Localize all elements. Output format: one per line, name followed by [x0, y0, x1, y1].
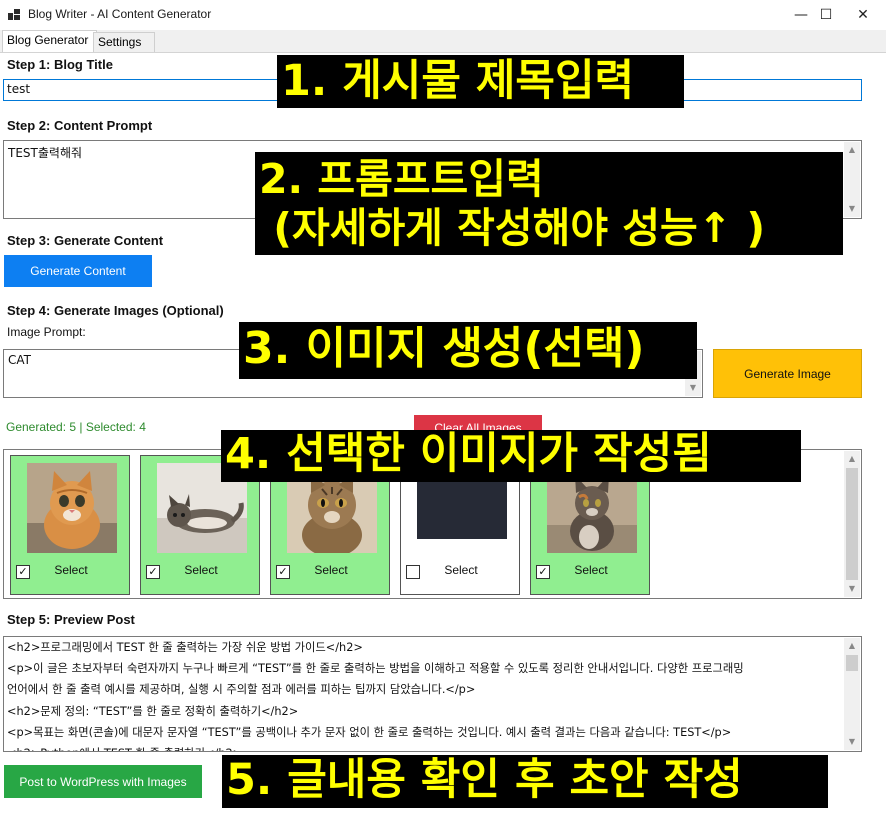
blog-title-value: test: [7, 82, 31, 96]
maximize-icon: ☐: [819, 7, 833, 23]
scroll-down-icon[interactable]: ▼: [844, 581, 860, 597]
select-label: Select: [444, 563, 478, 577]
step5-heading: Step 5: Preview Post: [7, 612, 135, 627]
preview-scrollbar[interactable]: ▲ ▼: [844, 638, 860, 750]
select-label: Select: [574, 563, 608, 577]
step3-heading: Step 3: Generate Content: [7, 233, 164, 248]
preview-line: 언어에서 한 줄 출력 예시를 제공하며, 실행 시 주의할 점과 에러를 피하…: [7, 683, 476, 697]
select-label: Select: [184, 563, 218, 577]
scroll-thumb[interactable]: [846, 655, 858, 671]
image-card[interactable]: ✓ Select: [10, 455, 130, 595]
preview-line: <h2>프로그래밍에서 TEST 한 줄 출력하는 가장 쉬운 방법 가이드</…: [7, 641, 363, 654]
scroll-down-icon[interactable]: ▼: [844, 201, 860, 217]
select-label: Select: [54, 563, 88, 577]
generate-image-button[interactable]: Generate Image: [713, 349, 862, 398]
preview-line: <p>목표는 화면(콘솔)에 대문자 문자열 “TEST”를 공백이나 추가 문…: [7, 725, 732, 739]
scroll-up-icon[interactable]: ▲: [844, 638, 860, 654]
image-prompt-label: Image Prompt:: [7, 325, 86, 339]
tab-settings[interactable]: Settings: [93, 32, 155, 53]
step2-heading: Step 2: Content Prompt: [7, 118, 153, 133]
preview-line: <p>이 글은 초보자부터 숙련자까지 누구나 빠르게 “TEST”를 한 줄로…: [7, 662, 744, 676]
image-prompt-value: CAT: [8, 353, 31, 367]
select-label: Select: [314, 563, 348, 577]
post-to-wordpress-button[interactable]: Post to WordPress with Images: [4, 765, 202, 798]
prompt-scrollbar[interactable]: ▲ ▼: [844, 142, 860, 217]
scroll-up-icon[interactable]: ▲: [844, 451, 860, 467]
annotation-1: 1. 게시물 제목입력: [277, 55, 684, 108]
scroll-up-icon[interactable]: ▲: [844, 142, 860, 158]
scroll-thumb[interactable]: [846, 468, 858, 580]
step4-heading: Step 4: Generate Images (Optional): [7, 303, 224, 318]
annotation-5: 5. 글내용 확인 후 초안 작성: [222, 755, 828, 808]
close-icon: ✕: [857, 7, 869, 23]
window-title: Blog Writer - AI Content Generator: [28, 7, 212, 21]
annotation-4: 4. 선택한 이미지가 작성됨: [221, 430, 801, 482]
step1-heading: Step 1: Blog Title: [7, 57, 113, 72]
preview-line: <h2>Python에서 TEST 한 줄 출력하기</h2>: [4, 743, 861, 751]
content-prompt-value: TEST출력해줘: [8, 146, 83, 160]
tab-strip: Blog Generator Settings: [0, 30, 886, 53]
tab-blog-generator[interactable]: Blog Generator: [2, 30, 97, 53]
scroll-down-icon[interactable]: ▼: [844, 734, 860, 750]
close-button[interactable]: ✕: [840, 0, 886, 30]
title-bar: Blog Writer - AI Content Generator — ☐ ✕: [0, 0, 886, 30]
generation-status: Generated: 5 | Selected: 4: [6, 420, 146, 434]
generate-content-button[interactable]: Generate Content: [4, 255, 152, 287]
annotation-2: 2. 프롬프트입력 (자세하게 작성해야 성능↑ ): [255, 152, 843, 255]
app-icon: [8, 9, 20, 21]
gallery-scrollbar[interactable]: ▲ ▼: [844, 451, 860, 597]
orange-tabby-kitten-icon: [27, 463, 117, 553]
preview-line: <h2>문제 정의: “TEST”를 한 줄로 정확히 출력하기</h2>: [7, 704, 299, 718]
scroll-down-icon[interactable]: ▼: [685, 380, 701, 396]
post-preview[interactable]: <h2>프로그래밍에서 TEST 한 줄 출력하는 가장 쉬운 방법 가이드</…: [3, 636, 862, 752]
annotation-3: 3. 이미지 생성(선택): [239, 322, 697, 379]
